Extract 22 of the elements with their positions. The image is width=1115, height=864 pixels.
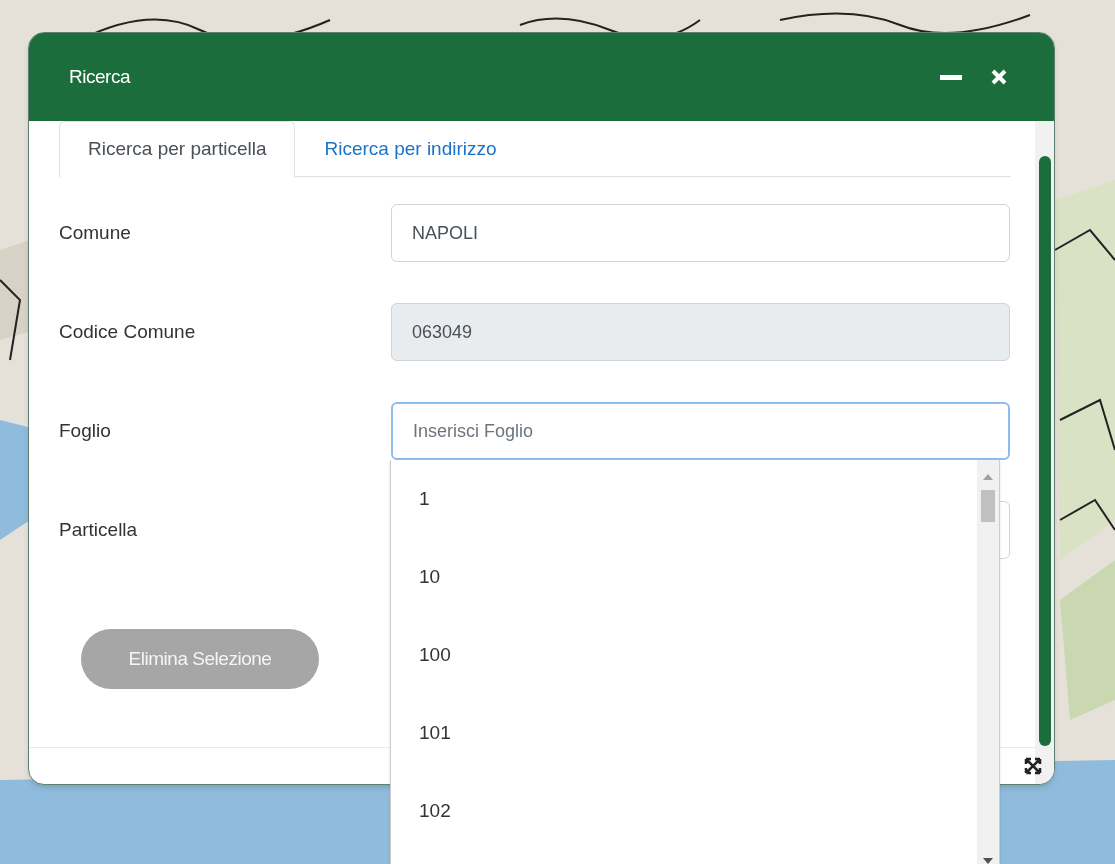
scrollbar[interactable] [1035,121,1054,784]
minimize-icon [940,74,962,80]
field-label: Particella [59,517,139,542]
window-title: Ricerca [69,64,131,89]
dropdown-scrollbar[interactable] [977,460,999,864]
dropdown-option[interactable]: 10 [419,562,441,592]
tab[interactable]: Ricerca per particella [59,121,296,178]
field-label: Foglio [59,418,112,443]
dropdown-scrollbar-thumb[interactable] [981,490,995,522]
dropdown-option[interactable]: 101 [419,718,451,748]
field-label: Codice Comune [59,319,197,344]
field-label: Comune [59,220,132,245]
resize-icon[interactable] [1024,757,1042,775]
dropdown-option[interactable]: 102 [419,796,451,826]
tab[interactable]: Ricerca per indirizzo [295,121,526,178]
close-icon [990,68,1008,86]
dropdown-option[interactable]: 100 [419,640,451,670]
scroll-down-icon[interactable] [983,858,993,864]
scrollbar-thumb[interactable] [1039,156,1051,746]
input-field[interactable]: NAPOLI [391,204,1010,262]
dropdown-option[interactable]: 1 [419,484,430,514]
input-field[interactable]: Inserisci Foglio [391,402,1010,460]
